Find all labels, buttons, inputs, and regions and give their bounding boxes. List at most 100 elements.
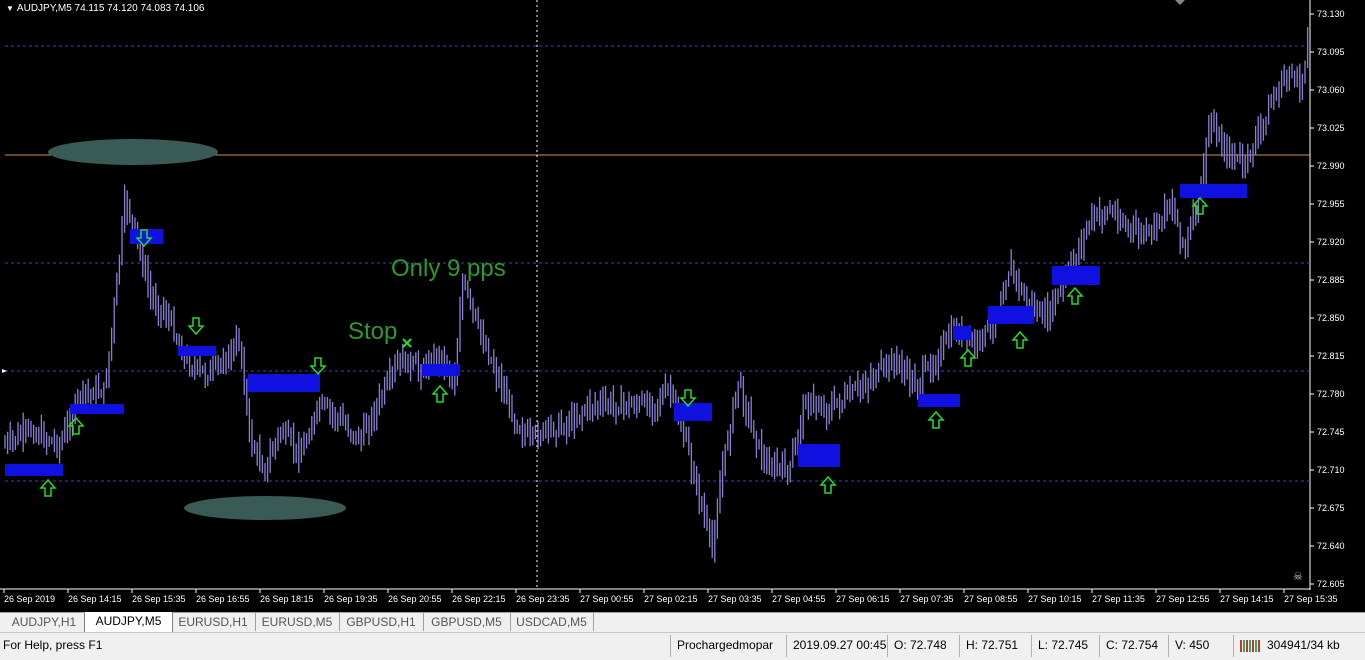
zone-rectangle[interactable] [953,326,971,340]
time-tick-label: 26 Sep 14:15 [68,594,122,604]
tab-eurusd-m5[interactable]: EURUSD,M5 [255,613,340,631]
time-tick-label: 26 Sep 2019 [4,594,55,604]
tab-eurusd-h1[interactable]: EURUSD,H1 [171,613,256,631]
price-tick-label: 72.780 [1317,389,1345,399]
time-tick-label: 27 Sep 14:15 [1220,594,1274,604]
status-separator [1031,635,1032,657]
annotation-stop: Stop [348,318,397,345]
level-marker-icon [2,369,7,373]
status-separator [1233,635,1234,657]
zone-rectangle[interactable] [1180,184,1247,198]
price-tick-label: 72.920 [1317,237,1345,247]
time-tick-label: 27 Sep 04:55 [772,594,826,604]
time-tick-label: 26 Sep 19:35 [324,594,378,604]
highlight-ellipse-bottom[interactable] [184,496,346,520]
time-tick-label: 27 Sep 06:15 [836,594,890,604]
status-high: H: 72.751 [966,638,1019,652]
tab-audjpy-m5[interactable]: AUDJPY,M5 [84,612,173,633]
price-tick-label: 72.640 [1317,541,1345,551]
time-tick-label: 26 Sep 23:35 [516,594,570,604]
arrow-up-icon [1011,330,1029,349]
time-tick-label: 26 Sep 15:35 [132,594,186,604]
annotation-only-pips: Only 9 pps [391,255,506,282]
time-tick-label: 27 Sep 11:35 [1092,594,1145,604]
price-tick-label: 72.955 [1317,199,1345,209]
price-tick-label: 72.885 [1317,275,1345,285]
chart-tabs: AUDJPY,H1 AUDJPY,M5 EURUSD,H1 EURUSD,M5 GBPU… [0,612,1365,633]
time-tick-label: 27 Sep 10:15 [1028,594,1082,604]
status-separator [1099,635,1100,657]
tab-gbpusd-h1[interactable]: GBPUSD,H1 [339,613,424,631]
time-tick-label: 26 Sep 18:15 [260,594,314,604]
stop-cross-icon [402,338,412,348]
arrow-up-icon [1191,196,1209,215]
time-tick-label: 27 Sep 02:15 [644,594,698,604]
arrow-down-icon [187,317,205,336]
connection-bars-icon[interactable] [1240,638,1262,655]
time-tick-label: 27 Sep 12:55 [1156,594,1210,604]
zone-rectangle[interactable] [798,444,840,467]
arrow-up-icon [959,348,977,367]
status-datetime: 2019.09.27 00:45 [793,638,887,652]
arrow-up-icon [431,384,449,403]
price-chart[interactable]: Only 9 pps Stop 73.130 73.095 73.060 73.025… [0,0,1365,612]
zone-rectangle[interactable] [422,364,460,376]
highlight-ellipse-top[interactable] [48,139,218,165]
price-tick-label: 72.815 [1317,351,1345,361]
status-low: L: 72.745 [1038,638,1089,652]
tab-usdcad-m5[interactable]: USDCAD,M5 [510,613,594,631]
status-separator [1168,635,1169,657]
tab-audjpy-h1[interactable]: AUDJPY,H1 [4,613,85,631]
time-tick-label: 26 Sep 20:55 [388,594,442,604]
arrow-up-icon [39,478,57,497]
arrow-up-icon [819,475,837,494]
arrow-up-icon [1066,286,1084,305]
arrow-up-icon [67,416,85,435]
symbol-info: AUDJPY,M5 74.115 74.120 74.083 74.106 [16,3,205,14]
time-tick-label: 27 Sep 07:35 [900,594,954,604]
status-close: C: 72.754 [1106,638,1159,652]
status-separator [786,635,787,657]
price-tick-label: 72.675 [1317,503,1345,513]
status-open: O: 72.748 [894,638,947,652]
time-tick-label: 27 Sep 00:55 [580,594,634,604]
zone-rectangle[interactable] [988,306,1034,324]
price-tick-label: 72.605 [1317,579,1345,589]
time-tick-label: 26 Sep 16:55 [196,594,250,604]
status-profile: Prochargedmopar [677,638,774,652]
price-tick-label: 73.130 [1317,9,1345,19]
price-tick-label: 73.060 [1317,85,1345,95]
time-axis-labels: 26 Sep 2019 26 Sep 14:15 26 Sep 15:35 26 Se… [3,589,1338,604]
price-tick-label: 72.710 [1317,465,1345,475]
zone-rectangle[interactable] [248,374,320,392]
status-volume: V: 450 [1175,638,1210,652]
zone-rectangle[interactable] [5,464,63,476]
zone-rectangles [5,184,1247,476]
price-tick-label: 72.745 [1317,427,1345,437]
arrow-up-icon [927,410,945,429]
skull-icon: ☠ [1293,571,1303,583]
time-tick-label: 27 Sep 03:35 [708,594,762,604]
zone-rectangle[interactable] [674,403,712,421]
zone-rectangle[interactable] [178,346,216,356]
zone-rectangle[interactable] [70,404,124,414]
arrow-down-icon [309,357,327,376]
status-separator [959,635,960,657]
scroll-marker-icon[interactable] [1175,0,1185,5]
status-help: For Help, press F1 [3,638,103,652]
chart-area[interactable]: Only 9 pps Stop 73.130 73.095 73.060 73.025… [0,0,1365,612]
status-separator [670,635,671,657]
dropdown-triangle-icon[interactable]: ▼ [6,4,14,13]
zone-rectangle[interactable] [918,394,960,407]
zone-rectangle[interactable] [1052,266,1100,285]
status-separator [887,635,888,657]
candlestick-series [4,27,1309,563]
price-tick-label: 72.850 [1317,313,1345,323]
time-tick-label: 27 Sep 15:35 [1284,594,1338,604]
price-axis-labels: 73.130 73.095 73.060 73.025 72.990 72.955 72.9… [1310,9,1345,589]
status-bar: For Help, press F1 Prochargedmopar 2019.… [0,632,1365,660]
time-tick-label: 27 Sep 08:55 [964,594,1018,604]
price-tick-label: 73.025 [1317,123,1345,133]
tab-gbpusd-m5[interactable]: GBPUSD,M5 [423,613,511,631]
chart-title: ▼ AUDJPY,M5 74.115 74.120 74.083 74.106 [6,3,204,14]
